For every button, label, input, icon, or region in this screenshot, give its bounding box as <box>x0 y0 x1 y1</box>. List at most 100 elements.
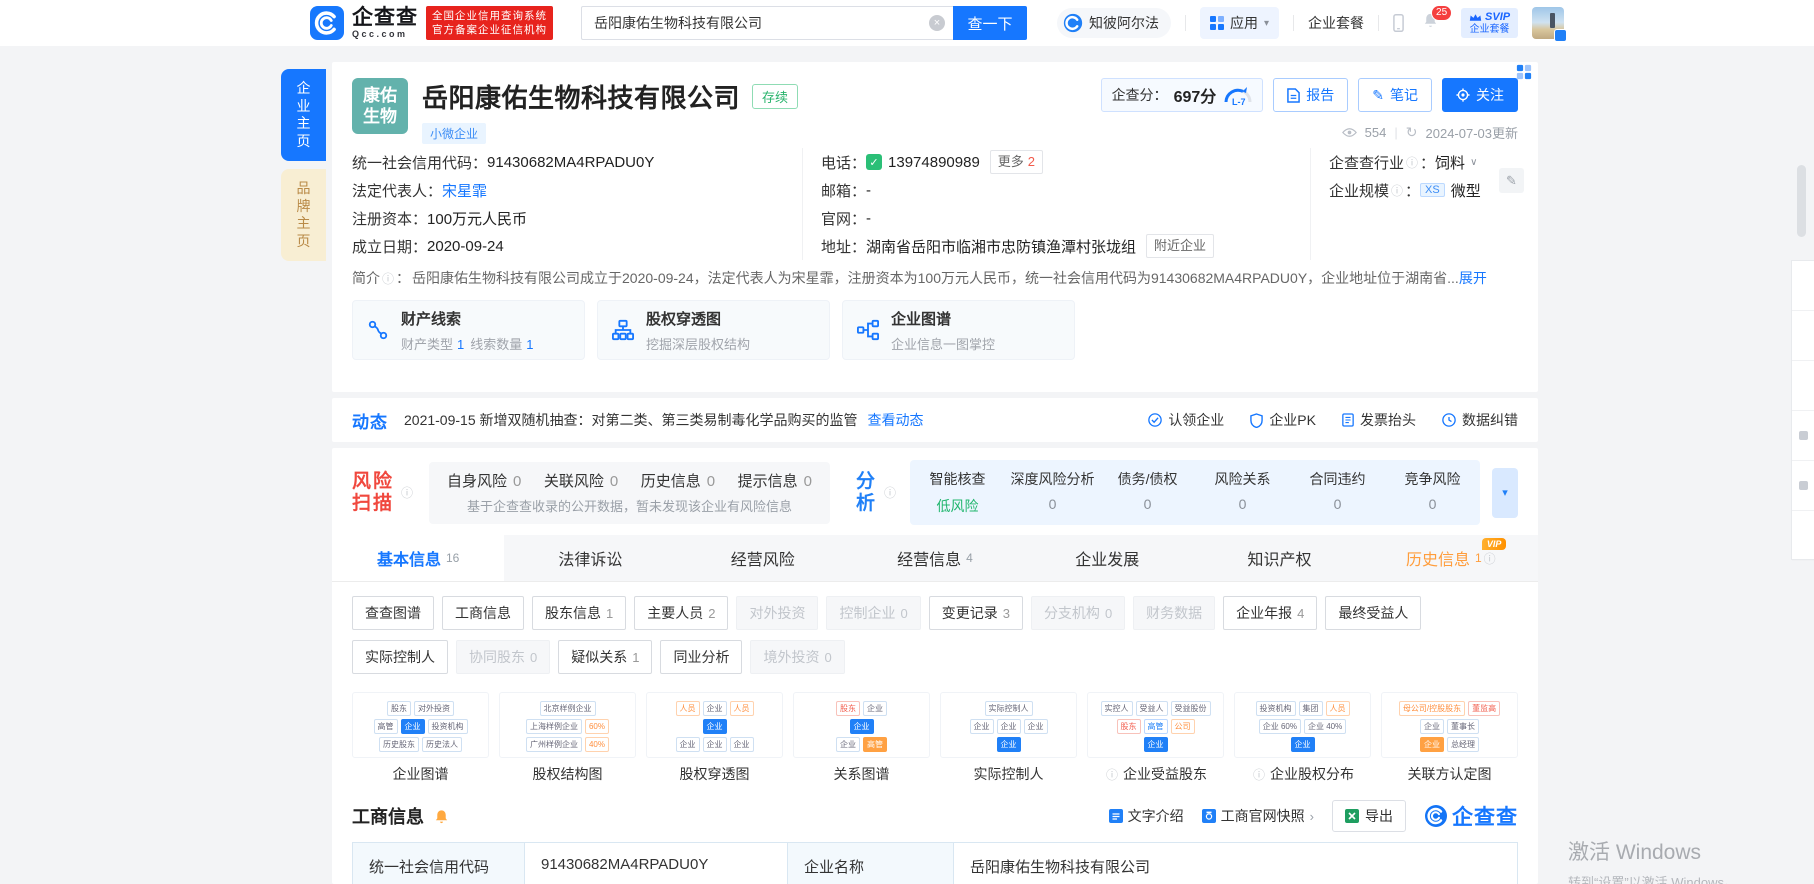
risk-item[interactable]: 关联风险0 <box>544 470 618 491</box>
analysis-column[interactable]: 竞争风险 0 <box>1385 469 1480 516</box>
nearby-companies-button[interactable]: 附近企业 <box>1146 234 1214 258</box>
sub-section-button[interactable]: 财务数据 <box>1133 596 1215 630</box>
tab[interactable]: 经营风险 <box>677 535 849 581</box>
sub-section-button[interactable]: 主要人员 2 <box>634 596 728 630</box>
graph-label-text: 企业图谱 <box>393 764 449 784</box>
user-avatar[interactable] <box>1532 7 1564 39</box>
sub-section-button[interactable]: 股东信息 1 <box>532 596 626 630</box>
equity-penetration-card[interactable]: 股权穿透图 挖掘深层股权结构 <box>597 300 830 360</box>
graph-card[interactable]: 人员企业人员企业企业企业企业股权穿透图 <box>646 692 783 784</box>
qcc-score-box[interactable]: 企查分： 697分 L-7 <box>1101 78 1264 112</box>
tab[interactable]: VIP 历史信息 1 ⓘ <box>1366 535 1538 581</box>
notifications-bell[interactable]: 25 <box>1422 12 1439 34</box>
analysis-column[interactable]: 智能核查 低风险 <box>910 469 1005 516</box>
floating-panel-cell[interactable] <box>1792 311 1814 361</box>
graph-chip: 总经理 <box>1447 737 1479 752</box>
sub-section-button[interactable]: 最终受益人 <box>1325 596 1421 630</box>
phone-more-button[interactable]: 更多2 <box>990 150 1043 174</box>
floating-panel-cell[interactable] <box>1792 361 1814 411</box>
claim-company-action[interactable]: 认领企业 <box>1148 410 1224 430</box>
graph-card[interactable]: 股东企业企业企业高管关系图谱 <box>793 692 930 784</box>
intro-expand-link[interactable]: 展开 <box>1459 268 1487 288</box>
sidebar-tab-enterprise-home[interactable]: 企业主页 <box>281 69 326 161</box>
tab[interactable]: 法律诉讼 <box>504 535 676 581</box>
risk-item-count: 0 <box>513 473 521 490</box>
industry-value[interactable]: 饲料 <box>1435 152 1465 173</box>
sub-section-button[interactable]: 查查图谱 <box>352 596 434 630</box>
floating-panel-cell[interactable] <box>1792 411 1814 461</box>
apps-menu[interactable]: 应用 ▾ <box>1200 7 1279 39</box>
analysis-column[interactable]: 深度风险分析 0 <box>1005 469 1100 516</box>
company-graph-card[interactable]: 企业图谱 企业信息一图掌控 <box>842 300 1075 360</box>
zhibi-alpha-link[interactable]: 知彼阿尔法 <box>1057 8 1171 38</box>
search-button[interactable]: 查一下 <box>953 6 1027 40</box>
data-correction-action[interactable]: 数据纠错 <box>1442 410 1518 430</box>
sub-section-button[interactable]: 对外投资 <box>736 596 818 630</box>
sub-section-button[interactable]: 控制企业 0 <box>826 596 920 630</box>
sub-section-button[interactable]: 工商信息 <box>442 596 524 630</box>
invoice-title-action[interactable]: 发票抬头 <box>1342 410 1416 430</box>
risk-item[interactable]: 历史信息0 <box>641 470 715 491</box>
site-logo[interactable]: 企查查 Qcc.com 全国企业信用查询系统 官方备案企业征信机构 <box>310 6 553 40</box>
report-button[interactable]: 报告 <box>1273 78 1348 112</box>
search-input[interactable] <box>581 6 953 40</box>
sub-section-button[interactable]: 实际控制人 <box>352 640 448 674</box>
analysis-expand-button[interactable]: ▾ <box>1492 468 1518 518</box>
follow-button[interactable]: 关注 <box>1442 78 1518 112</box>
scrollbar-thumb[interactable] <box>1797 165 1806 237</box>
text-intro-link[interactable]: 文字介绍 <box>1109 806 1184 826</box>
graph-card[interactable]: 实控人受益人受益股份股东高管公司企业ⓘ企业受益股东 <box>1087 692 1224 784</box>
graph-card[interactable]: 投资机构集团人员企业 60%企业 40%企业ⓘ企业股权分布 <box>1234 692 1371 784</box>
tab[interactable]: 企业发展 <box>1021 535 1193 581</box>
edit-icon[interactable]: ✎ <box>1499 168 1524 193</box>
quick-nav-icon[interactable] <box>1516 64 1532 85</box>
company-size-tag[interactable]: 小微企业 <box>422 123 486 144</box>
sub-section-button[interactable]: 疑似关系 1 <box>558 640 652 674</box>
view-dynamics-link[interactable]: 查看动态 <box>868 410 924 430</box>
note-button[interactable]: ✎ 笔记 <box>1358 78 1432 112</box>
sub-section-button[interactable]: 境外投资 0 <box>750 640 844 674</box>
sub-section-button[interactable]: 同业分析 <box>660 640 742 674</box>
tab[interactable]: 经营信息 4 <box>849 535 1021 581</box>
analysis-column[interactable]: 风险关系 0 <box>1195 469 1290 516</box>
analysis-column[interactable]: 债务/债权 0 <box>1100 469 1195 516</box>
sub-section-button[interactable]: 分支机构 0 <box>1031 596 1125 630</box>
mobile-app-icon[interactable] <box>1393 13 1404 33</box>
tab[interactable]: 知识产权 <box>1193 535 1365 581</box>
sub-section-button[interactable]: 企业年报 4 <box>1223 596 1317 630</box>
svip-package-badge[interactable]: SVIP 企业套餐 <box>1461 8 1518 38</box>
graph-chip: 60% <box>585 719 609 734</box>
company-pk-action[interactable]: 企业PK <box>1250 410 1316 430</box>
search-clear-icon[interactable]: × <box>929 15 945 31</box>
enterprise-package-link[interactable]: 企业套餐 <box>1308 13 1364 33</box>
sidebar-tab-brand-home[interactable]: 品牌主页 <box>281 169 326 261</box>
sub-section-button[interactable]: 协同股东 0 <box>456 640 550 674</box>
tab[interactable]: 基本信息 16 <box>332 535 504 581</box>
risk-item[interactable]: 提示信息0 <box>738 470 812 491</box>
graph-card[interactable]: 北京样例企业上海样例企业60%广州样例企业40%股权结构图 <box>499 692 636 784</box>
industry-label: 企查查行业 <box>1329 152 1404 173</box>
graph-label-text: 股权穿透图 <box>680 764 750 784</box>
bell-icon[interactable] <box>434 809 449 824</box>
vip-badge: VIP <box>1482 538 1507 550</box>
side-rail: 企业主页 品牌主页 <box>281 69 326 269</box>
asset-clues-icon <box>367 319 389 341</box>
legal-rep-link[interactable]: 宋星霏 <box>442 180 487 201</box>
floating-panel-cell[interactable] <box>1792 461 1814 511</box>
graph-card-label: ⓘ企业受益股东 <box>1087 764 1224 784</box>
graph-card[interactable]: 实际控制人企业企业企业企业实际控制人 <box>940 692 1077 784</box>
graph-card[interactable]: 股东对外投资高管企业投资机构历史股东历史法人企业图谱 <box>352 692 489 784</box>
sub-section-button[interactable]: 变更记录 3 <box>929 596 1023 630</box>
refresh-icon[interactable]: ↻ <box>1406 124 1418 141</box>
asset-clues-card[interactable]: 财产线索 财产类型1线索数量1 <box>352 300 585 360</box>
floating-panel-cell[interactable] <box>1792 261 1814 311</box>
analysis-column[interactable]: 合同违约 0 <box>1290 469 1385 516</box>
official-snapshot-link[interactable]: 工商官网快照 › <box>1202 806 1314 826</box>
export-button[interactable]: 导出 <box>1332 800 1406 832</box>
risk-item[interactable]: 自身风险0 <box>447 470 521 491</box>
colon: ： <box>396 268 410 288</box>
graph-chip: 企业 <box>401 719 425 734</box>
floating-panel-cell[interactable] <box>1792 511 1814 561</box>
graph-card[interactable]: 母公司/控股股东董监高企业董事长企业总经理关联方认定图 <box>1381 692 1518 784</box>
chevron-down-icon[interactable]: ∨ <box>1470 157 1477 168</box>
